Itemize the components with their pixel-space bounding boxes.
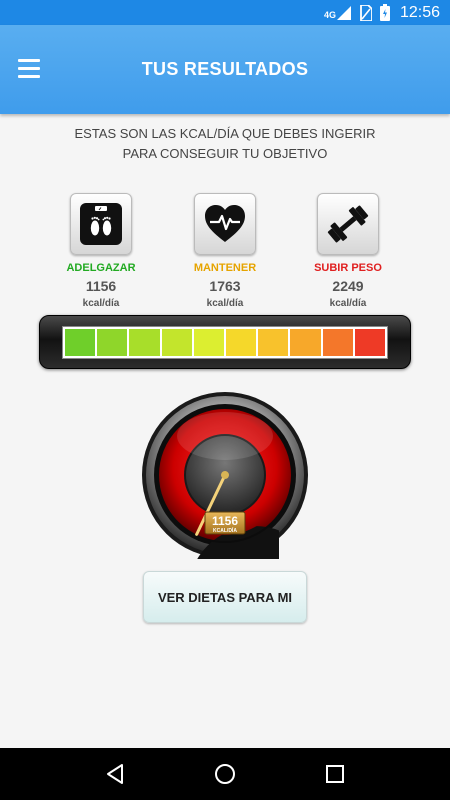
option-subir-peso[interactable]: SUBIR PESO 2249 kcal/día [293, 193, 403, 309]
option-value: 1763 [209, 278, 241, 294]
option-unit: kcal/día [82, 298, 120, 309]
level-segment [161, 329, 192, 356]
signal-icon: 4G [323, 5, 351, 20]
back-icon[interactable] [95, 754, 135, 794]
status-bar: 4G 12:56 [0, 0, 450, 25]
option-mantener[interactable]: MANTENER 1763 kcal/día [170, 193, 280, 309]
level-segment [193, 329, 225, 356]
gauge-value: 1156 [212, 514, 238, 528]
level-segments [62, 326, 388, 359]
gauge-unit: KCAL/DÍA [213, 526, 237, 534]
intro-line-2: PARA CONSEGUIR TU OBJETIVO [122, 146, 328, 161]
level-segment [258, 329, 289, 356]
level-segment [354, 329, 386, 356]
view-diets-button[interactable]: VER DIETAS PARA MI [143, 571, 307, 623]
level-segment [129, 329, 160, 356]
level-segment [226, 329, 257, 356]
option-label: ADELGAZAR [66, 262, 136, 274]
level-segment [97, 329, 128, 356]
option-unit: kcal/día [206, 298, 244, 309]
recents-icon[interactable] [315, 754, 355, 794]
navigation-bar [0, 748, 450, 800]
app-bar: TUS RESULTADOS [0, 25, 450, 114]
option-label: MANTENER [193, 262, 257, 274]
bathroom-scale-icon [80, 203, 122, 245]
intro-line-1: ESTAS SON LAS KCAL/DÍA QUE DEBES INGERIR [74, 126, 376, 141]
option-adelgazar[interactable]: ADELGAZAR 1156 kcal/día [46, 193, 156, 309]
intro-text: ESTAS SON LAS KCAL/DÍA QUE DEBES INGERIR… [0, 124, 450, 164]
level-segment [65, 329, 96, 356]
calorie-gauge: 1156 KCAL/DÍA [142, 392, 308, 559]
network-type: 4G [323, 9, 336, 20]
level-segment [290, 329, 321, 356]
option-value: 2249 [332, 278, 364, 294]
option-icon-box[interactable] [317, 193, 379, 255]
no-sim-icon [359, 4, 372, 21]
battery-icon [379, 4, 390, 21]
option-value: 1156 [85, 278, 117, 294]
heart-pulse-icon [205, 205, 245, 242]
option-icon-box[interactable] [194, 193, 256, 255]
page-title: TUS RESULTADOS [141, 59, 309, 79]
option-icon-box[interactable] [70, 193, 132, 255]
status-time: 12:56 [399, 3, 440, 21]
option-label: SUBIR PESO [314, 262, 382, 274]
dumbbell-icon [327, 205, 369, 243]
level-segment [322, 329, 353, 356]
calorie-level-bar [39, 315, 411, 369]
option-unit: kcal/día [329, 298, 367, 309]
home-icon[interactable] [205, 754, 245, 794]
